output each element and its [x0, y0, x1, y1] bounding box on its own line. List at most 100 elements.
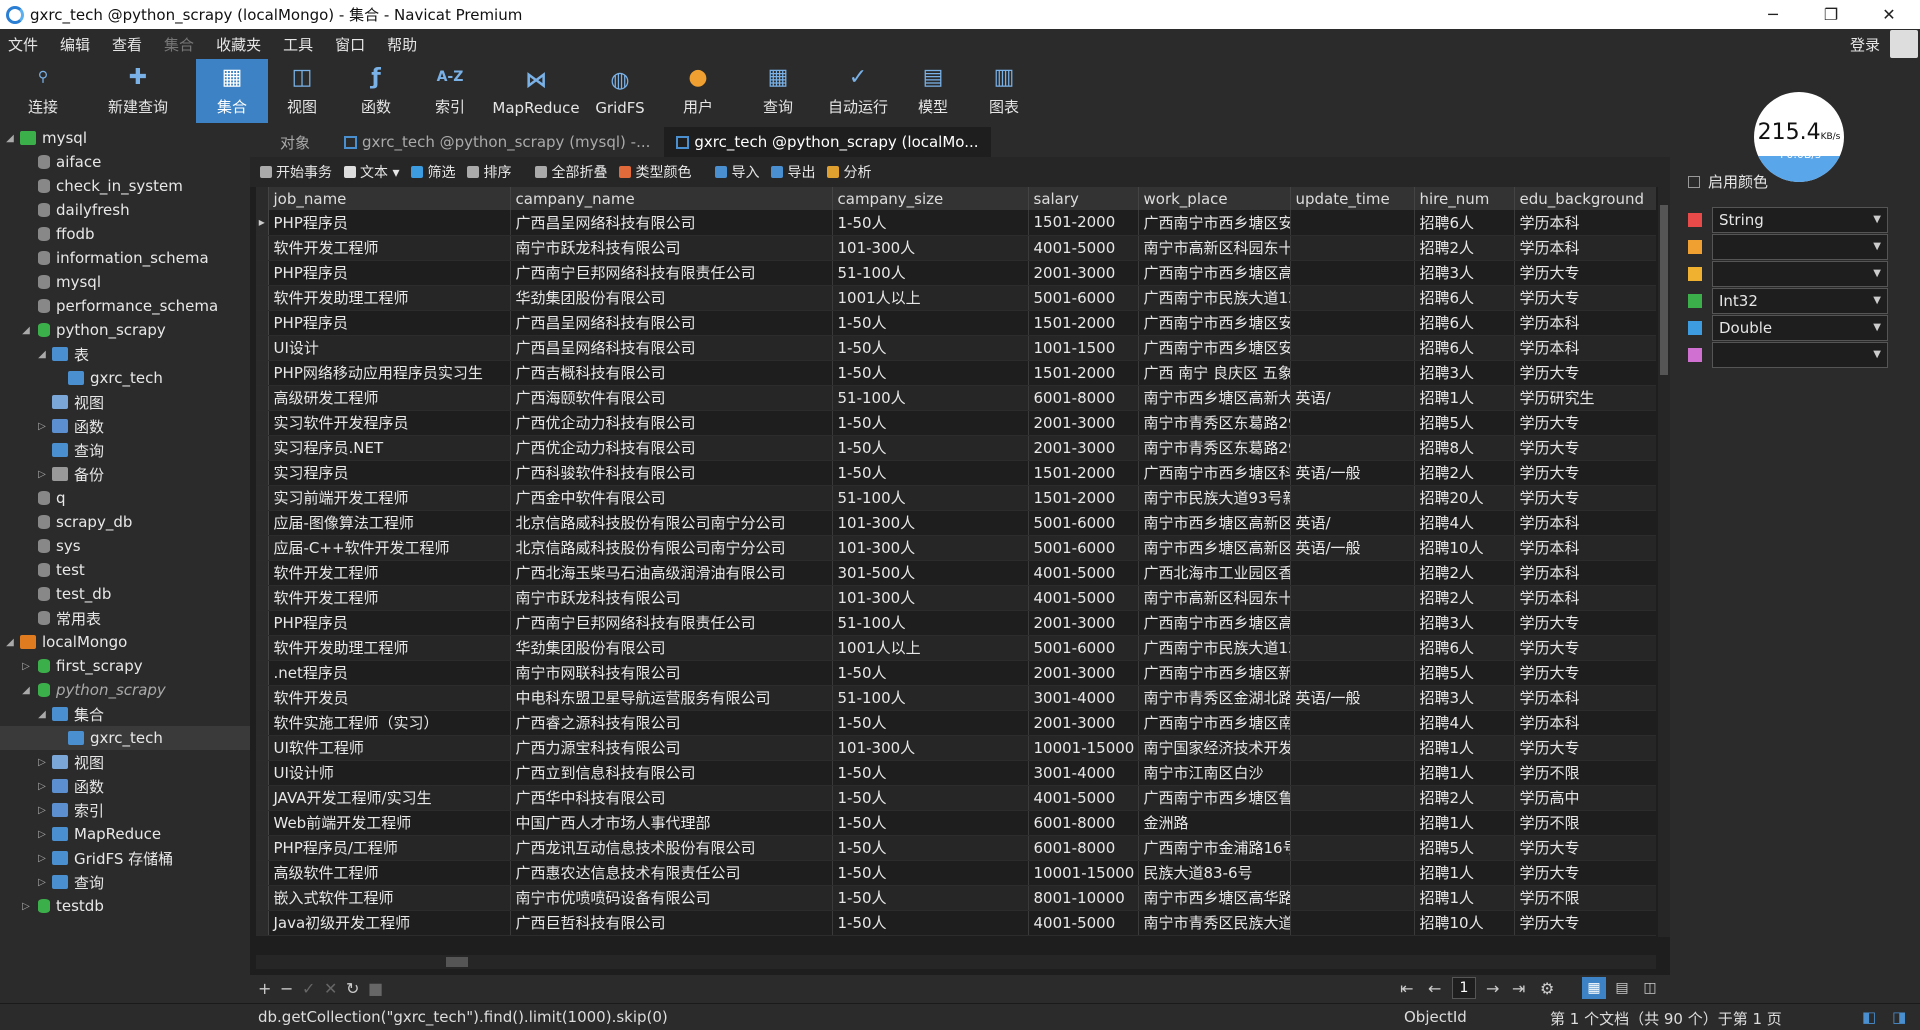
table-cell[interactable]: [1290, 435, 1415, 461]
row-selector[interactable]: [256, 635, 269, 661]
table-cell[interactable]: 南宁市青秀区东葛路29: [1138, 435, 1291, 461]
toolbar-button-3[interactable]: ▦ 集合: [196, 59, 268, 123]
table-cell[interactable]: Java初级开发工程师: [268, 910, 511, 936]
table-cell[interactable]: 广西南宁市西乡塘区高: [1138, 610, 1291, 636]
table-cell[interactable]: 1001-1500: [1028, 335, 1139, 361]
table-row[interactable]: .net程序员 南宁市网联科技有限公司 1-50人 2001-3000 广西南宁市西乡塘…: [256, 660, 1656, 686]
tree-item[interactable]: aiface: [0, 150, 250, 174]
table-cell[interactable]: [1290, 260, 1415, 286]
color-swatch[interactable]: [1688, 348, 1702, 362]
table-cell[interactable]: 学历本科: [1514, 235, 1656, 261]
table-cell[interactable]: 学历大专: [1514, 260, 1656, 286]
table-cell[interactable]: [1290, 585, 1415, 611]
table-row[interactable]: PHP程序员 广西南宁巨邦网络科技有限责任公司 51-100人 2001-3000 广西…: [256, 610, 1656, 636]
table-cell[interactable]: 3001-4000: [1028, 760, 1139, 786]
table-row[interactable]: 应届-C++软件开发工程师 北京信路威科技股份有限公司南宁分公司 101-300人 5…: [256, 535, 1656, 561]
table-cell[interactable]: 1-50人: [832, 210, 1029, 236]
table-cell[interactable]: 南宁市西乡塘区高华路: [1138, 885, 1291, 911]
subtoolbar-button[interactable]: 导出: [771, 162, 815, 182]
row-selector[interactable]: [256, 410, 269, 436]
table-cell[interactable]: 广西南宁巨邦网络科技有限责任公司: [510, 610, 833, 636]
table-cell[interactable]: 南宁市西乡塘区高新大: [1138, 385, 1291, 411]
table-cell[interactable]: [1290, 635, 1415, 661]
expand-toggle-icon[interactable]: ◢: [4, 133, 16, 144]
table-cell[interactable]: 学历不限: [1514, 810, 1656, 836]
table-cell[interactable]: 招聘6人: [1414, 635, 1515, 661]
subtoolbar-button[interactable]: 开始事务: [260, 162, 332, 182]
table-cell[interactable]: 软件开发助理工程师: [268, 285, 511, 311]
table-cell[interactable]: 英语/一般: [1290, 685, 1415, 711]
row-selector[interactable]: [256, 610, 269, 636]
tree-item[interactable]: ◢ 表: [0, 342, 250, 366]
table-cell[interactable]: [1290, 710, 1415, 736]
tree-item[interactable]: ▷ 函数: [0, 414, 250, 438]
tree-item[interactable]: test: [0, 558, 250, 582]
menu-item[interactable]: 工具: [275, 34, 327, 55]
table-cell[interactable]: [1290, 810, 1415, 836]
table-cell[interactable]: 实习前端开发工程师: [268, 485, 511, 511]
table-cell[interactable]: 广西海颐软件有限公司: [510, 385, 833, 411]
table-cell[interactable]: [1290, 210, 1415, 236]
table-cell[interactable]: 金洲路: [1138, 810, 1291, 836]
column-header[interactable]: hire_num: [1414, 187, 1515, 210]
expand-toggle-icon[interactable]: ◢: [20, 685, 32, 696]
table-cell[interactable]: [1290, 885, 1415, 911]
subtoolbar-button[interactable]: 分析: [827, 162, 871, 182]
table-cell[interactable]: 4001-5000: [1028, 585, 1139, 611]
table-cell[interactable]: 2001-3000: [1028, 435, 1139, 461]
row-selector[interactable]: ▸: [256, 210, 269, 236]
row-selector[interactable]: [256, 810, 269, 836]
tree-item[interactable]: scrapy_db: [0, 510, 250, 534]
table-cell[interactable]: 招聘6人: [1414, 210, 1515, 236]
table-cell[interactable]: 民族大道83-6号: [1138, 860, 1291, 886]
row-selector[interactable]: [256, 385, 269, 411]
subtoolbar-button[interactable]: 类型颜色: [619, 162, 691, 182]
table-cell[interactable]: 101-300人: [832, 510, 1029, 536]
table-cell[interactable]: 学历大专: [1514, 485, 1656, 511]
table-cell[interactable]: 广西南宁市金浦路16号: [1138, 835, 1291, 861]
table-cell[interactable]: 101-300人: [832, 735, 1029, 761]
subtoolbar-button[interactable]: 排序: [467, 162, 511, 182]
tree-item[interactable]: test_db: [0, 582, 250, 606]
table-cell[interactable]: 2001-3000: [1028, 710, 1139, 736]
table-row[interactable]: 软件开发工程师 广西北海玉柴马石油高级润滑油有限公司 301-500人 4001-50…: [256, 560, 1656, 586]
table-cell[interactable]: 广西南宁市西乡塘区南宁东: [1138, 710, 1291, 736]
tree-item[interactable]: information_schema: [0, 246, 250, 270]
table-cell[interactable]: 南宁市网联科技有限公司: [510, 660, 833, 686]
table-cell[interactable]: 1-50人: [832, 910, 1029, 936]
table-row[interactable]: PHP程序员/工程师 广西龙讯互动信息技术股份有限公司 1-50人 6001-8000…: [256, 835, 1656, 861]
tree-item[interactable]: check_in_system: [0, 174, 250, 198]
table-cell[interactable]: 1001人以上: [832, 285, 1029, 311]
table-cell[interactable]: 学历大专: [1514, 660, 1656, 686]
tree-view-icon[interactable]: ▤: [1610, 977, 1634, 999]
table-cell[interactable]: 南宁市民族大道93号新: [1138, 485, 1291, 511]
table-cell[interactable]: 招聘10人: [1414, 535, 1515, 561]
table-cell[interactable]: .net程序员: [268, 660, 511, 686]
menu-item[interactable]: 帮助: [379, 34, 431, 55]
table-cell[interactable]: 学历本科: [1514, 210, 1656, 236]
tree-item[interactable]: ◢ python_scrapy: [0, 678, 250, 702]
table-cell[interactable]: 招聘1人: [1414, 885, 1515, 911]
table-cell[interactable]: 4001-5000: [1028, 235, 1139, 261]
table-cell[interactable]: 招聘20人: [1414, 485, 1515, 511]
toolbar-button-2[interactable]: ✚ 新建查询: [86, 59, 190, 123]
table-cell[interactable]: 学历高中: [1514, 785, 1656, 811]
table-cell[interactable]: 1-50人: [832, 885, 1029, 911]
toolbar-button-5[interactable]: ƒ 函数: [344, 59, 408, 123]
tab-3[interactable]: gxrc_tech @python_scrapy (localMo...: [664, 127, 991, 157]
table-cell[interactable]: PHP程序员/工程师: [268, 835, 511, 861]
table-cell[interactable]: [1290, 560, 1415, 586]
table-cell[interactable]: 广西立到信息科技有限公司: [510, 760, 833, 786]
table-cell[interactable]: 南宁市青秀区金湖北路: [1138, 685, 1291, 711]
table-cell[interactable]: 1-50人: [832, 710, 1029, 736]
table-cell[interactable]: 广西优企动力科技有限公司: [510, 410, 833, 436]
table-cell[interactable]: 5001-6000: [1028, 635, 1139, 661]
table-cell[interactable]: 高级软件工程师: [268, 860, 511, 886]
table-cell[interactable]: 招聘10人: [1414, 910, 1515, 936]
table-cell[interactable]: 软件开发员: [268, 685, 511, 711]
column-header[interactable]: work_place: [1138, 187, 1291, 210]
table-cell[interactable]: 招聘8人: [1414, 435, 1515, 461]
table-cell[interactable]: 1-50人: [832, 410, 1029, 436]
stop-icon[interactable]: ■: [368, 979, 383, 998]
column-header[interactable]: campany_name: [510, 187, 833, 210]
